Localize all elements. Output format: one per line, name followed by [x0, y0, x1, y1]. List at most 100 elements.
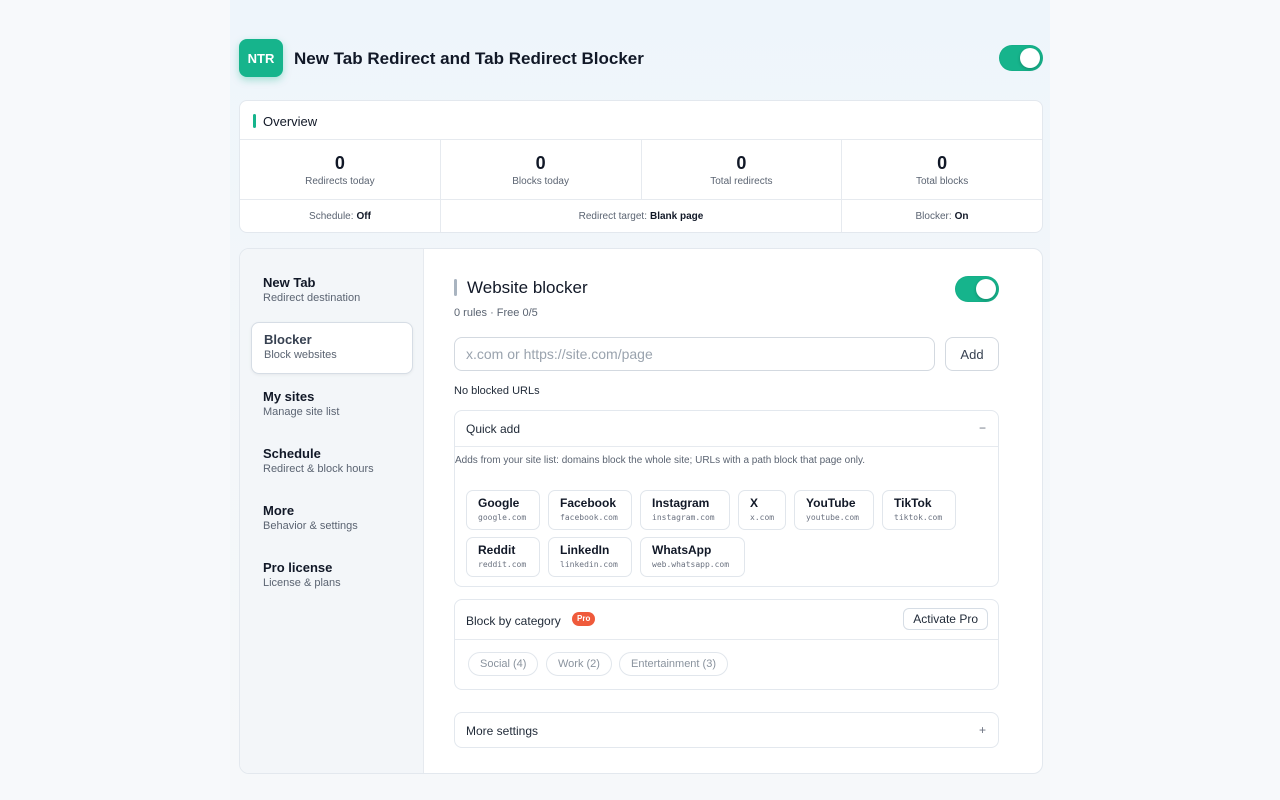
- quick-add-card: Quick add − Adds from your site list: do…: [454, 410, 999, 587]
- quick-add-chip-youtube[interactable]: YouTube youtube.com: [794, 490, 874, 530]
- stat-total-blocks: 0 Total blocks: [842, 140, 1042, 199]
- chip-name: Instagram: [652, 496, 710, 510]
- more-settings-card[interactable]: More settings +: [454, 712, 999, 748]
- quick-add-chip-facebook[interactable]: Facebook facebook.com: [548, 490, 632, 530]
- blocker-label: Blocker:: [915, 211, 952, 222]
- chip-domain: linkedin.com: [560, 560, 618, 569]
- category-chip-social[interactable]: Social (4): [468, 652, 539, 676]
- blocker-value: On: [954, 211, 969, 222]
- category-header: Block by category Pro Activate Pro: [455, 600, 998, 640]
- chip-domain: reddit.com: [478, 560, 527, 569]
- chip-name: X: [750, 496, 759, 510]
- pro-badge: Pro: [572, 612, 596, 626]
- redirect-target-value: Blank page: [650, 211, 704, 222]
- empty-list-note: No blocked URLs: [454, 385, 540, 397]
- sidebar: New Tab Redirect destination Blocker Blo…: [240, 249, 424, 773]
- more-settings-title: More settings: [466, 724, 539, 738]
- stat-total-redirects: 0 Total redirects: [642, 140, 843, 199]
- sidebar-item-subtitle: Redirect & block hours: [263, 463, 374, 475]
- quick-add-chip-x[interactable]: X x.com: [738, 490, 786, 530]
- toggle-knob: [1020, 48, 1040, 68]
- main-panel: New Tab Redirect destination Blocker Blo…: [239, 248, 1043, 774]
- category-card: Block by category Pro Activate Pro Socia…: [454, 599, 999, 690]
- quick-add-chip-linkedin[interactable]: LinkedIn linkedin.com: [548, 537, 632, 577]
- sidebar-item-my-sites[interactable]: My sites Manage site list: [251, 380, 413, 432]
- rules-count: 0 rules · Free 0/5: [454, 307, 538, 319]
- chip-name: WhatsApp: [652, 543, 712, 557]
- stat-value: 0: [736, 153, 747, 173]
- stat-value: 0: [334, 153, 345, 173]
- schedule-label: Schedule:: [309, 211, 354, 222]
- expand-icon[interactable]: +: [979, 723, 986, 737]
- sidebar-item-schedule[interactable]: Schedule Redirect & block hours: [251, 437, 413, 489]
- toggle-knob: [976, 279, 996, 299]
- section-accent-bar: [454, 279, 457, 296]
- sidebar-item-title: Schedule: [263, 446, 321, 461]
- sidebar-item-new-tab[interactable]: New Tab Redirect destination: [251, 266, 413, 318]
- chip-domain: tiktok.com: [894, 513, 943, 522]
- chip-name: LinkedIn: [560, 543, 610, 557]
- app-header: NTR New Tab Redirect and Tab Redirect Bl…: [239, 39, 1043, 79]
- quick-add-chip-reddit[interactable]: Reddit reddit.com: [466, 537, 540, 577]
- chip-domain: youtube.com: [806, 513, 859, 522]
- chip-domain: facebook.com: [560, 513, 618, 522]
- quick-add-chip-whatsapp[interactable]: WhatsApp web.whatsapp.com: [640, 537, 745, 577]
- blocker-enable-toggle[interactable]: [955, 276, 999, 302]
- quick-add-title: Quick add: [466, 422, 521, 436]
- sidebar-item-title: Blocker: [264, 332, 312, 347]
- section-accent-bar: [253, 114, 256, 128]
- stat-label: Redirects today: [305, 176, 375, 187]
- category-chip-work[interactable]: Work (2): [546, 652, 612, 676]
- blocker-status: Blocker: On: [842, 200, 1042, 232]
- stat-label: Total blocks: [916, 176, 969, 187]
- stat-value: 0: [535, 153, 546, 173]
- chip-name: Facebook: [560, 496, 617, 510]
- sidebar-item-blocker[interactable]: Blocker Block websites: [251, 322, 413, 374]
- app-logo: NTR: [239, 39, 283, 77]
- stat-label: Blocks today: [512, 176, 569, 187]
- category-chip-entertainment[interactable]: Entertainment (3): [619, 652, 728, 676]
- chip-name: Reddit: [478, 543, 516, 557]
- sidebar-item-pro-license[interactable]: Pro license License & plans: [251, 551, 413, 603]
- category-title: Block by category: [466, 614, 561, 628]
- stat-label: Total redirects: [710, 176, 773, 187]
- redirect-target-label: Redirect target:: [578, 211, 647, 222]
- quick-add-chip-google[interactable]: Google google.com: [466, 490, 540, 530]
- quick-add-header[interactable]: Quick add −: [455, 411, 998, 447]
- add-button[interactable]: Add: [945, 337, 999, 371]
- stat-redirects-today: 0 Redirects today: [240, 140, 441, 199]
- stat-value: 0: [937, 153, 948, 173]
- chip-name: YouTube: [806, 496, 856, 510]
- chip-domain: web.whatsapp.com: [652, 560, 730, 569]
- sidebar-item-title: Pro license: [263, 560, 333, 575]
- stats-row: 0 Redirects today 0 Blocks today 0 Total…: [240, 140, 1042, 200]
- stat-blocks-today: 0 Blocks today: [441, 140, 642, 199]
- block-url-input[interactable]: [454, 337, 935, 371]
- sidebar-item-more[interactable]: More Behavior & settings: [251, 494, 413, 546]
- activate-pro-button[interactable]: Activate Pro: [903, 608, 988, 630]
- sidebar-item-subtitle: Redirect destination: [263, 292, 361, 304]
- sidebar-item-subtitle: Behavior & settings: [263, 520, 358, 532]
- sidebar-item-subtitle: Manage site list: [263, 406, 340, 418]
- more-settings-header[interactable]: More settings +: [455, 713, 998, 749]
- chip-name: Google: [478, 496, 520, 510]
- chip-domain: google.com: [478, 513, 527, 522]
- chip-domain: instagram.com: [652, 513, 715, 522]
- global-enable-toggle[interactable]: [999, 45, 1043, 71]
- redirect-target-status: Redirect target: Blank page: [441, 200, 842, 232]
- schedule-status: Schedule: Off: [240, 200, 441, 232]
- quick-add-chip-instagram[interactable]: Instagram instagram.com: [640, 490, 730, 530]
- sidebar-item-title: More: [263, 503, 295, 518]
- overview-title: Overview: [263, 114, 318, 129]
- quick-add-chip-tiktok[interactable]: TikTok tiktok.com: [882, 490, 956, 530]
- collapse-icon[interactable]: −: [979, 421, 986, 435]
- app-title: New Tab Redirect and Tab Redirect Blocke…: [294, 49, 644, 68]
- sidebar-item-title: New Tab: [263, 275, 316, 290]
- quick-add-description: Adds from your site list: domains block …: [455, 455, 866, 466]
- sidebar-item-subtitle: License & plans: [263, 577, 341, 589]
- chip-name: TikTok: [894, 496, 932, 510]
- sidebar-item-subtitle: Block websites: [264, 349, 337, 361]
- sidebar-item-title: My sites: [263, 389, 315, 404]
- overview-card: Overview 0 Redirects today 0 Blocks toda…: [239, 100, 1043, 233]
- schedule-value: Off: [356, 211, 371, 222]
